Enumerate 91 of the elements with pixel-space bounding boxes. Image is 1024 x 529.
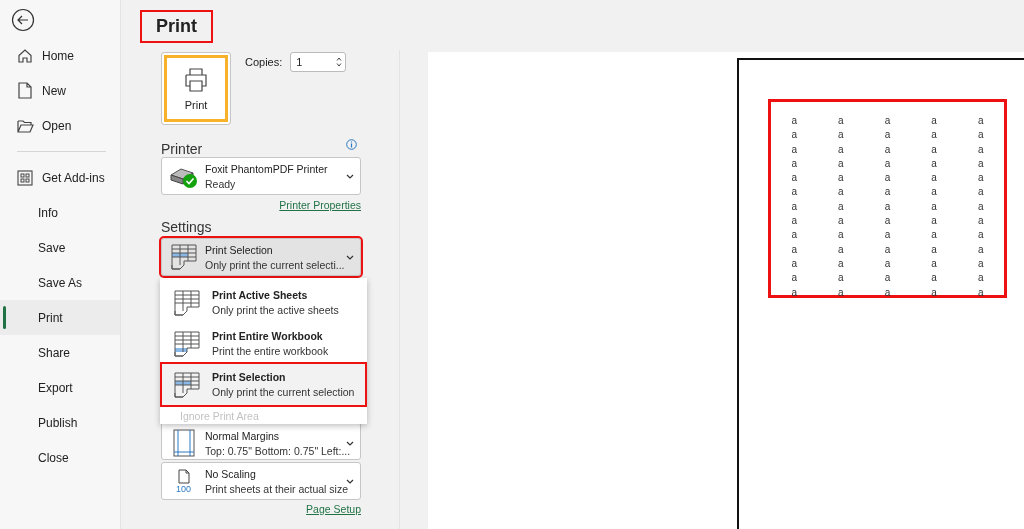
nav-item[interactable]: Share: [0, 335, 120, 370]
preview-cell-text: a: [884, 114, 891, 128]
nav-item[interactable]: Save As: [0, 265, 120, 300]
preview-cell: a: [931, 171, 937, 186]
preview-cell: a: [931, 271, 937, 286]
nav-item[interactable]: New: [0, 73, 120, 108]
preview-cell: a: [838, 242, 844, 257]
preview-cell: a: [977, 271, 984, 286]
preview-cell: a: [931, 142, 937, 157]
preview-cell: a: [977, 171, 984, 186]
copies-label: Copies:: [245, 56, 283, 68]
preview-cell: a: [977, 242, 984, 257]
nav-item[interactable]: Info: [0, 195, 120, 230]
nav-item[interactable]: Close: [0, 440, 120, 475]
preview-cell-text: a: [884, 156, 891, 171]
preview-cell: a: [791, 171, 798, 186]
preview-cell-text: a: [791, 114, 798, 128]
preview-cell: a: [884, 214, 891, 229]
preview-cell-text: a: [931, 256, 937, 271]
preview-cell: a: [791, 271, 798, 286]
printer-dropdown[interactable]: Foxit PhantomPDF Printer Ready: [161, 157, 361, 195]
print-button[interactable]: Print: [161, 52, 231, 125]
preview-cell: a: [931, 214, 937, 229]
preview-cell: a: [838, 185, 844, 200]
nav-item[interactable]: Print: [0, 300, 120, 335]
nav-item[interactable]: Home: [0, 38, 120, 73]
preview-cell: a: [791, 142, 798, 157]
section-heading: Settings: [161, 219, 212, 235]
preview-cell: a: [977, 228, 984, 243]
preview-cell: a: [838, 228, 844, 243]
preview-cell-text: a: [977, 156, 984, 171]
preview-cell: a: [838, 285, 844, 300]
scale-value: 100: [176, 484, 191, 494]
preview-cell: a: [838, 214, 844, 229]
nav-item[interactable]: Export: [0, 370, 120, 405]
preview-cell: a: [838, 271, 844, 286]
printer-properties-link[interactable]: Printer Properties: [279, 199, 361, 211]
preview-cell: a: [931, 228, 937, 243]
preview-cell: a: [977, 214, 984, 229]
preview-cell: a: [931, 242, 937, 257]
preview-cell: a: [977, 128, 984, 143]
print-scope-dropdown[interactable]: Print Selection Only print the current selecti...: [161, 238, 361, 276]
preview-cell: a: [791, 185, 798, 200]
preview-cell: a: [931, 128, 937, 143]
preview-cell: a: [791, 128, 798, 143]
preview-cell-text: a: [791, 256, 798, 271]
preview-cell-text: a: [791, 199, 798, 214]
preview-cell: a: [838, 128, 844, 143]
preview-cell: a: [931, 185, 937, 200]
preview-cell-text: a: [931, 114, 937, 128]
preview-cell: a: [838, 142, 844, 157]
preview-cell: a: [977, 142, 984, 157]
preview-cell-text: a: [838, 156, 844, 171]
page-setup-link[interactable]: Page Setup: [306, 503, 361, 515]
preview-cell: a: [884, 271, 891, 286]
preview-cell: a: [884, 228, 891, 243]
scaling-dropdown[interactable]: 100 No Scaling Print sheets at their actual size: [161, 462, 361, 500]
menu-option[interactable]: Print Selection Only print the current selection: [162, 364, 365, 405]
preview-cell: a: [884, 242, 891, 257]
preview-cell: a: [884, 171, 891, 186]
preview-cell: a: [791, 228, 798, 243]
preview-cell: a: [791, 285, 798, 300]
section-heading: Printer: [161, 141, 203, 157]
preview-cell: a: [884, 185, 891, 200]
nav-item[interactable]: Publish: [0, 405, 120, 440]
preview-cell: a: [977, 185, 984, 200]
preview-cell-text: a: [977, 199, 984, 214]
preview-cell: a: [791, 214, 798, 229]
preview-cell-text: a: [931, 156, 937, 171]
preview-cell-text: a: [838, 114, 844, 128]
preview-cell-text: a: [838, 199, 844, 214]
nav-item[interactable]: Open: [0, 108, 120, 143]
copies-spinner[interactable]: 1: [290, 52, 347, 72]
preview-cell-text: a: [884, 256, 891, 271]
preview-cell: a: [884, 285, 891, 300]
preview-cell-text: a: [838, 256, 844, 271]
preview-cell: a: [884, 142, 891, 157]
nav-item[interactable]: Get Add-ins: [0, 160, 120, 195]
preview-cell: a: [838, 171, 844, 186]
preview-cell-text: a: [977, 114, 984, 128]
preview-cell: a: [931, 285, 937, 300]
preview-cell-text: a: [977, 256, 984, 271]
preview-cell: a: [791, 242, 798, 257]
page-title: Print: [140, 10, 213, 43]
preview-cell: a: [977, 285, 984, 300]
preview-cell-text: a: [931, 199, 937, 214]
margins-dropdown[interactable]: Normal Margins Top: 0.75" Bottom: 0.75" Left:...: [161, 422, 361, 460]
nav-item[interactable]: Save: [0, 230, 120, 265]
preview-cell-text: a: [884, 199, 891, 214]
preview-cell-text: a: [791, 156, 798, 171]
preview-cell: a: [884, 128, 891, 143]
